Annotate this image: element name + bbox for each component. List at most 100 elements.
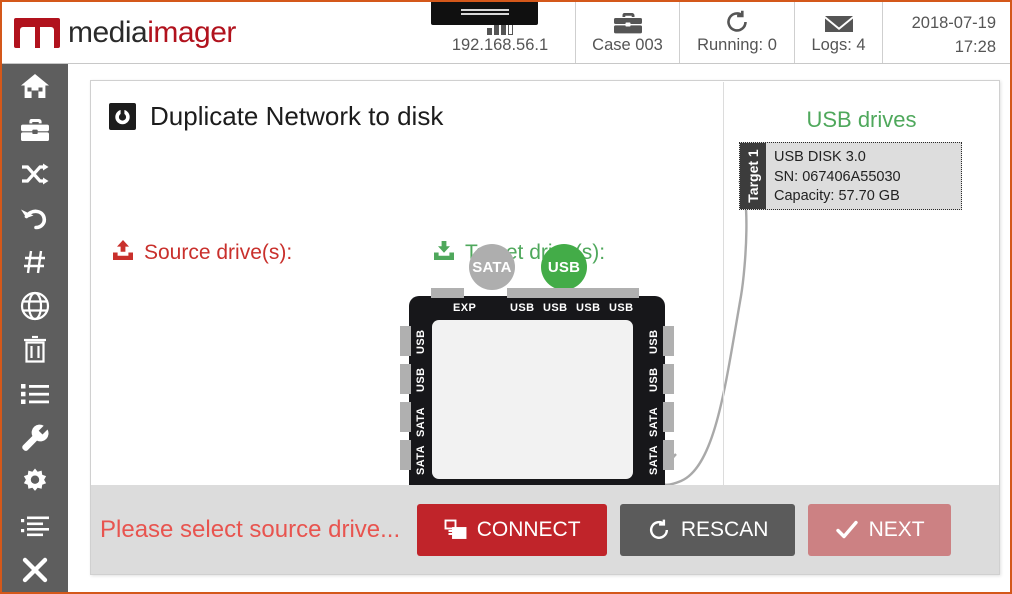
sidebar-item-network[interactable]	[2, 284, 68, 328]
sidebar-item-tasks[interactable]	[2, 504, 68, 548]
duplicator-device: EXP USB USB USB USB USB USB SATA SATA US…	[400, 288, 674, 495]
port-label-right-sata2: SATA	[648, 445, 660, 475]
status-case[interactable]: Case 003	[575, 2, 679, 63]
wrench-icon	[20, 423, 50, 453]
globe-icon	[20, 291, 50, 321]
port-label-right-usb2: USB	[648, 367, 660, 392]
status-network[interactable]: 192.168.56.1	[425, 2, 575, 63]
rescan-button-label: RESCAN	[680, 517, 769, 541]
briefcase-icon	[20, 117, 50, 143]
device-diagram: SATA USB EXP USB USB USB USB USB USB SAT…	[91, 81, 746, 511]
top-status-bar: mediaimager 192.168.56.1 Case 003 Runnin…	[2, 2, 1010, 64]
logo-text-imager: imager	[147, 15, 236, 49]
clone-icon	[444, 519, 467, 541]
target-index-tab: Target 1	[740, 143, 766, 209]
port-nub-right-usb2	[663, 364, 674, 394]
connect-button-label: CONNECT	[476, 517, 581, 541]
running-label: Running: 0	[697, 36, 777, 54]
usb-drives-title: USB drives	[806, 107, 917, 132]
usb-drive-name: USB DISK 3.0	[774, 149, 866, 165]
port-nub-top-usb1	[507, 288, 540, 298]
sidebar-item-tools[interactable]	[2, 416, 68, 460]
network-ip-label: 192.168.56.1	[451, 36, 549, 54]
sidebar-item-wipe[interactable]	[2, 328, 68, 372]
status-running[interactable]: Running: 0	[679, 2, 794, 63]
port-label-left-usb2: USB	[415, 367, 427, 392]
logo-text-media: media	[68, 15, 148, 49]
status-message: Please select source drive...	[100, 515, 401, 543]
port-nub-right-sata2	[663, 440, 674, 470]
usb-drive-capacity: Capacity: 57.70 GB	[774, 188, 900, 204]
status-datetime: 2018-07-19 17:28	[882, 2, 1010, 63]
envelope-icon	[824, 5, 854, 35]
port-label-left-usb1: USB	[415, 329, 427, 354]
port-label-top-usb1: USB	[510, 302, 535, 314]
sidebar-item-cases[interactable]	[2, 108, 68, 152]
panel-divider	[723, 82, 724, 485]
sidebar-item-settings[interactable]	[2, 460, 68, 504]
port-label-top-usb4: USB	[609, 302, 634, 314]
mediaimager-logo-mark	[14, 17, 60, 48]
connection-type-usb-button[interactable]: USB	[541, 244, 587, 290]
tasks-icon	[20, 515, 50, 537]
home-icon	[20, 72, 50, 100]
sidebar-item-logs[interactable]	[2, 372, 68, 416]
sidebar-item-home[interactable]	[2, 64, 68, 108]
device-screen	[432, 320, 633, 479]
port-nub-left-sata2	[400, 440, 411, 470]
status-indicators: 192.168.56.1 Case 003 Running: 0 Logs: 4…	[425, 2, 1010, 63]
target-index-label: Target 1	[745, 149, 761, 203]
port-label-left-sata2: SATA	[415, 445, 427, 475]
time-label: 17:28	[954, 37, 996, 56]
briefcase-icon	[613, 5, 643, 35]
port-nub-top-usb4	[606, 288, 639, 298]
gear-icon	[20, 467, 50, 497]
logs-label: Logs: 4	[811, 36, 866, 54]
next-button-label: NEXT	[868, 517, 925, 541]
status-logs[interactable]: Logs: 4	[794, 2, 882, 63]
wizard-card: Duplicate Network to disk Source drive(s…	[90, 80, 1000, 575]
close-icon	[21, 556, 49, 584]
sidebar-item-restore[interactable]	[2, 196, 68, 240]
port-label-left-sata1: SATA	[415, 407, 427, 437]
usb-button-label: USB	[547, 258, 581, 276]
check-icon	[835, 519, 859, 541]
port-nub-top-usb2	[540, 288, 573, 298]
port-label-top-exp: EXP	[453, 302, 477, 314]
usb-drive-item[interactable]: Target 1 USB DISK 3.0 SN: 067406A55030 C…	[739, 142, 962, 210]
port-nub-top-exp	[431, 288, 464, 298]
refresh-icon	[724, 5, 750, 35]
main-content: Duplicate Network to disk Source drive(s…	[68, 64, 1010, 592]
next-button[interactable]: NEXT	[808, 503, 952, 556]
app-logo[interactable]: mediaimager	[2, 2, 425, 63]
application-window: mediaimager 192.168.56.1 Case 003 Runnin…	[0, 0, 1012, 594]
port-nub-left-usb1	[400, 326, 411, 356]
logo-wordmark: mediaimager	[68, 16, 236, 50]
left-sidebar	[2, 64, 68, 592]
hash-icon	[22, 249, 48, 275]
port-label-top-usb2: USB	[543, 302, 568, 314]
refresh-icon	[647, 518, 671, 542]
port-label-top-usb3: USB	[576, 302, 601, 314]
port-label-right-usb1: USB	[648, 329, 660, 354]
shuffle-icon	[20, 161, 50, 187]
rescan-button[interactable]: RESCAN	[620, 503, 796, 556]
date-label: 2018-07-19	[911, 13, 996, 32]
trash-icon	[22, 335, 48, 365]
sata-button-label: SATA	[472, 258, 512, 276]
port-nub-right-sata1	[663, 402, 674, 432]
connect-button[interactable]: CONNECT	[417, 503, 608, 556]
undo-icon	[20, 205, 50, 231]
case-label: Case 003	[592, 36, 663, 54]
sidebar-item-duplicate[interactable]	[2, 152, 68, 196]
sidebar-item-exit[interactable]	[2, 548, 68, 592]
port-nub-left-sata1	[400, 402, 411, 432]
network-cap-decoration	[431, 2, 538, 25]
usb-drive-details: USB DISK 3.0 SN: 067406A55030 Capacity: …	[766, 143, 961, 209]
usb-drive-serial: SN: 067406A55030	[774, 168, 901, 185]
port-nub-left-usb2	[400, 364, 411, 394]
connection-type-sata-button[interactable]: SATA	[469, 244, 515, 290]
port-nub-top-usb3	[573, 288, 606, 298]
sidebar-item-hash[interactable]	[2, 240, 68, 284]
port-label-right-sata1: SATA	[648, 407, 660, 437]
